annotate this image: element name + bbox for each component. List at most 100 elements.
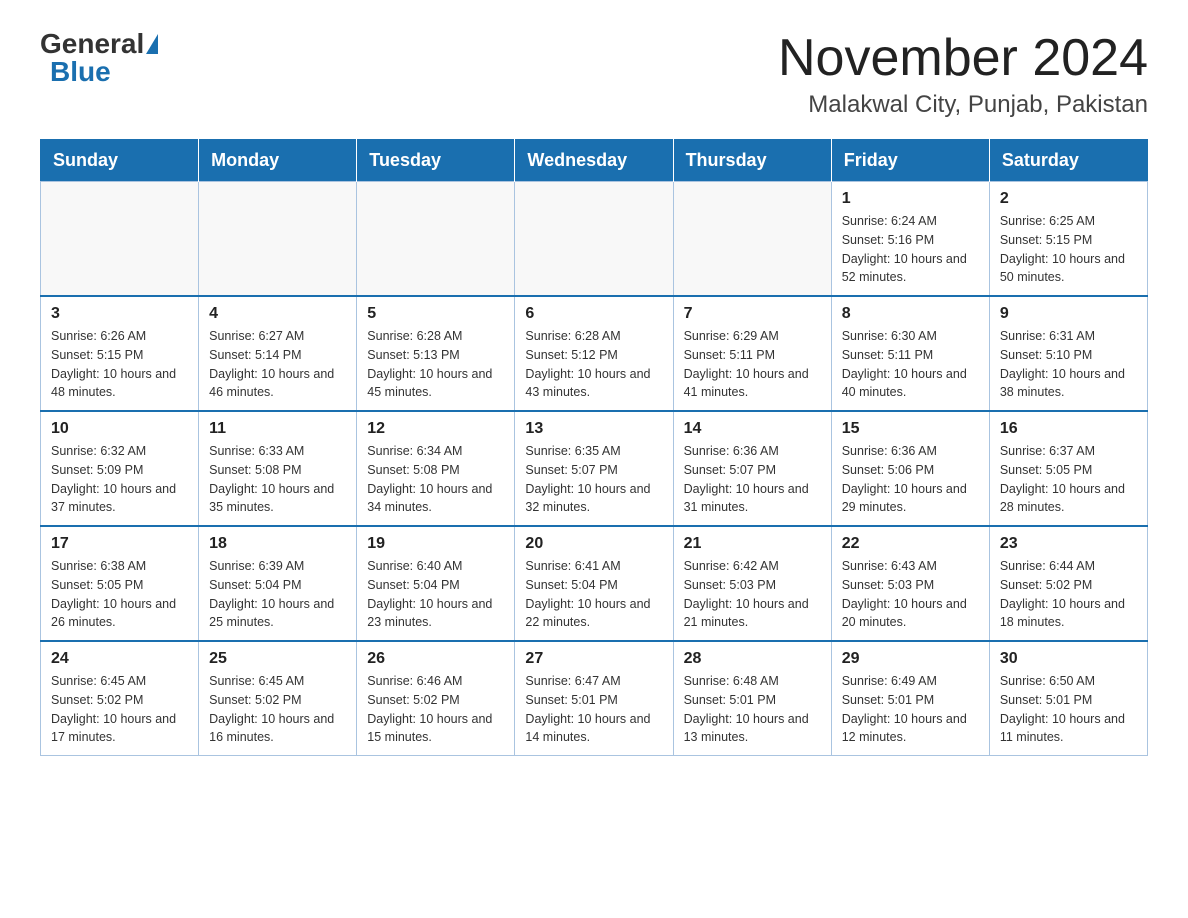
logo: General Blue bbox=[40, 30, 158, 86]
calendar-week-2: 3 Sunrise: 6:26 AMSunset: 5:15 PMDaylight… bbox=[41, 296, 1148, 411]
day-info: Sunrise: 6:29 AMSunset: 5:11 PMDaylight:… bbox=[684, 327, 821, 402]
day-number: 23 bbox=[1000, 535, 1137, 553]
col-header-thursday: Thursday bbox=[673, 140, 831, 182]
col-header-sunday: Sunday bbox=[41, 140, 199, 182]
calendar-cell: 8 Sunrise: 6:30 AMSunset: 5:11 PMDaylight… bbox=[831, 296, 989, 411]
calendar-cell: 24 Sunrise: 6:45 AMSunset: 5:02 PMDayligh… bbox=[41, 641, 199, 756]
calendar-cell: 13 Sunrise: 6:35 AMSunset: 5:07 PMDayligh… bbox=[515, 411, 673, 526]
calendar-cell: 29Sunrise: 6:49 AMSunset: 5:01 PMDayligh… bbox=[831, 641, 989, 756]
calendar-cell: 2 Sunrise: 6:25 AMSunset: 5:15 PMDaylight… bbox=[989, 182, 1147, 297]
calendar-cell bbox=[41, 182, 199, 297]
day-info: Sunrise: 6:36 AMSunset: 5:06 PMDaylight:… bbox=[842, 442, 979, 517]
day-number: 21 bbox=[684, 535, 821, 553]
calendar-cell: 16 Sunrise: 6:37 AMSunset: 5:05 PMDayligh… bbox=[989, 411, 1147, 526]
day-number: 18 bbox=[209, 535, 346, 553]
day-info: Sunrise: 6:35 AMSunset: 5:07 PMDaylight:… bbox=[525, 442, 662, 517]
day-info: Sunrise: 6:25 AMSunset: 5:15 PMDaylight:… bbox=[1000, 212, 1137, 287]
day-number: 20 bbox=[525, 535, 662, 553]
calendar-cell: 17 Sunrise: 6:38 AMSunset: 5:05 PMDayligh… bbox=[41, 526, 199, 641]
day-number: 11 bbox=[209, 420, 346, 438]
logo-triangle-icon bbox=[146, 34, 158, 54]
calendar-cell bbox=[199, 182, 357, 297]
calendar-cell: 21 Sunrise: 6:42 AMSunset: 5:03 PMDayligh… bbox=[673, 526, 831, 641]
day-info: Sunrise: 6:50 AMSunset: 5:01 PMDaylight:… bbox=[1000, 672, 1137, 747]
calendar-week-4: 17 Sunrise: 6:38 AMSunset: 5:05 PMDayligh… bbox=[41, 526, 1148, 641]
col-header-friday: Friday bbox=[831, 140, 989, 182]
day-number: 12 bbox=[367, 420, 504, 438]
day-number: 22 bbox=[842, 535, 979, 553]
day-info: Sunrise: 6:38 AMSunset: 5:05 PMDaylight:… bbox=[51, 557, 188, 632]
day-number: 24 bbox=[51, 650, 188, 668]
day-info: Sunrise: 6:41 AMSunset: 5:04 PMDaylight:… bbox=[525, 557, 662, 632]
day-info: Sunrise: 6:26 AMSunset: 5:15 PMDaylight:… bbox=[51, 327, 188, 402]
calendar-cell: 1 Sunrise: 6:24 AMSunset: 5:16 PMDaylight… bbox=[831, 182, 989, 297]
calendar-cell: 15 Sunrise: 6:36 AMSunset: 5:06 PMDayligh… bbox=[831, 411, 989, 526]
calendar-cell: 23 Sunrise: 6:44 AMSunset: 5:02 PMDayligh… bbox=[989, 526, 1147, 641]
col-header-wednesday: Wednesday bbox=[515, 140, 673, 182]
day-number: 15 bbox=[842, 420, 979, 438]
day-info: Sunrise: 6:31 AMSunset: 5:10 PMDaylight:… bbox=[1000, 327, 1137, 402]
day-info: Sunrise: 6:40 AMSunset: 5:04 PMDaylight:… bbox=[367, 557, 504, 632]
day-info: Sunrise: 6:48 AMSunset: 5:01 PMDaylight:… bbox=[684, 672, 821, 747]
logo-general: General bbox=[40, 30, 144, 58]
day-number: 16 bbox=[1000, 420, 1137, 438]
day-info: Sunrise: 6:44 AMSunset: 5:02 PMDaylight:… bbox=[1000, 557, 1137, 632]
day-info: Sunrise: 6:33 AMSunset: 5:08 PMDaylight:… bbox=[209, 442, 346, 517]
calendar-cell: 9 Sunrise: 6:31 AMSunset: 5:10 PMDaylight… bbox=[989, 296, 1147, 411]
day-number: 2 bbox=[1000, 190, 1137, 208]
day-number: 27 bbox=[525, 650, 662, 668]
calendar-cell bbox=[673, 182, 831, 297]
day-info: Sunrise: 6:46 AMSunset: 5:02 PMDaylight:… bbox=[367, 672, 504, 747]
col-header-saturday: Saturday bbox=[989, 140, 1147, 182]
day-number: 1 bbox=[842, 190, 979, 208]
calendar-cell: 25Sunrise: 6:45 AMSunset: 5:02 PMDayligh… bbox=[199, 641, 357, 756]
day-info: Sunrise: 6:42 AMSunset: 5:03 PMDaylight:… bbox=[684, 557, 821, 632]
day-info: Sunrise: 6:28 AMSunset: 5:13 PMDaylight:… bbox=[367, 327, 504, 402]
day-number: 25 bbox=[209, 650, 346, 668]
calendar-cell: 14Sunrise: 6:36 AMSunset: 5:07 PMDayligh… bbox=[673, 411, 831, 526]
calendar-table: SundayMondayTuesdayWednesdayThursdayFrid… bbox=[40, 139, 1148, 756]
day-number: 3 bbox=[51, 305, 188, 323]
day-info: Sunrise: 6:30 AMSunset: 5:11 PMDaylight:… bbox=[842, 327, 979, 402]
calendar-cell: 28Sunrise: 6:48 AMSunset: 5:01 PMDayligh… bbox=[673, 641, 831, 756]
calendar-cell: 26Sunrise: 6:46 AMSunset: 5:02 PMDayligh… bbox=[357, 641, 515, 756]
calendar-cell: 27 Sunrise: 6:47 AMSunset: 5:01 PMDayligh… bbox=[515, 641, 673, 756]
day-number: 8 bbox=[842, 305, 979, 323]
logo-blue: Blue bbox=[50, 58, 111, 86]
calendar-cell: 19 Sunrise: 6:40 AMSunset: 5:04 PMDayligh… bbox=[357, 526, 515, 641]
col-header-monday: Monday bbox=[199, 140, 357, 182]
day-info: Sunrise: 6:45 AMSunset: 5:02 PMDaylight:… bbox=[51, 672, 188, 747]
day-info: Sunrise: 6:47 AMSunset: 5:01 PMDaylight:… bbox=[525, 672, 662, 747]
day-number: 17 bbox=[51, 535, 188, 553]
day-info: Sunrise: 6:34 AMSunset: 5:08 PMDaylight:… bbox=[367, 442, 504, 517]
day-info: Sunrise: 6:37 AMSunset: 5:05 PMDaylight:… bbox=[1000, 442, 1137, 517]
calendar-week-3: 10 Sunrise: 6:32 AMSunset: 5:09 PMDayligh… bbox=[41, 411, 1148, 526]
day-number: 5 bbox=[367, 305, 504, 323]
calendar-cell: 12 Sunrise: 6:34 AMSunset: 5:08 PMDayligh… bbox=[357, 411, 515, 526]
day-number: 7 bbox=[684, 305, 821, 323]
day-number: 19 bbox=[367, 535, 504, 553]
day-number: 6 bbox=[525, 305, 662, 323]
day-info: Sunrise: 6:24 AMSunset: 5:16 PMDaylight:… bbox=[842, 212, 979, 287]
calendar-cell: 20 Sunrise: 6:41 AMSunset: 5:04 PMDayligh… bbox=[515, 526, 673, 641]
day-number: 29 bbox=[842, 650, 979, 668]
day-number: 10 bbox=[51, 420, 188, 438]
calendar-week-5: 24 Sunrise: 6:45 AMSunset: 5:02 PMDayligh… bbox=[41, 641, 1148, 756]
day-number: 30 bbox=[1000, 650, 1137, 668]
calendar-cell: 6Sunrise: 6:28 AMSunset: 5:12 PMDaylight… bbox=[515, 296, 673, 411]
calendar-cell bbox=[357, 182, 515, 297]
col-header-tuesday: Tuesday bbox=[357, 140, 515, 182]
day-info: Sunrise: 6:32 AMSunset: 5:09 PMDaylight:… bbox=[51, 442, 188, 517]
calendar-header-row: SundayMondayTuesdayWednesdayThursdayFrid… bbox=[41, 140, 1148, 182]
calendar-cell: 22Sunrise: 6:43 AMSunset: 5:03 PMDayligh… bbox=[831, 526, 989, 641]
day-number: 13 bbox=[525, 420, 662, 438]
month-title: November 2024 bbox=[778, 30, 1148, 87]
day-info: Sunrise: 6:39 AMSunset: 5:04 PMDaylight:… bbox=[209, 557, 346, 632]
calendar-cell: 3 Sunrise: 6:26 AMSunset: 5:15 PMDaylight… bbox=[41, 296, 199, 411]
title-section: November 2024 Malakwal City, Punjab, Pak… bbox=[778, 30, 1148, 119]
calendar-cell: 30 Sunrise: 6:50 AMSunset: 5:01 PMDayligh… bbox=[989, 641, 1147, 756]
day-info: Sunrise: 6:36 AMSunset: 5:07 PMDaylight:… bbox=[684, 442, 821, 517]
day-number: 9 bbox=[1000, 305, 1137, 323]
calendar-cell: 18 Sunrise: 6:39 AMSunset: 5:04 PMDayligh… bbox=[199, 526, 357, 641]
calendar-cell: 7 Sunrise: 6:29 AMSunset: 5:11 PMDaylight… bbox=[673, 296, 831, 411]
